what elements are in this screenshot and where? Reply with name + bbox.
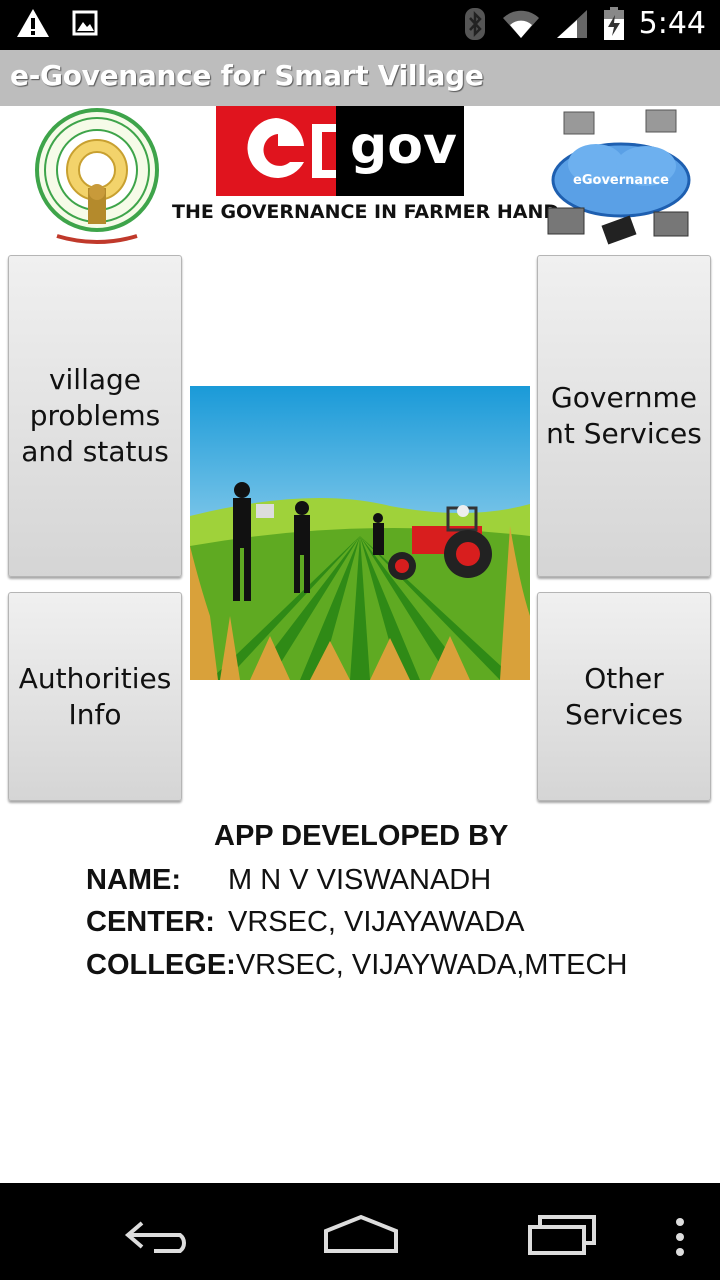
image-icon bbox=[72, 10, 98, 36]
village-problems-label: village problems and status bbox=[21, 363, 169, 468]
bluetooth-icon bbox=[464, 7, 485, 40]
status-bar: 5:44 bbox=[0, 0, 720, 50]
developer-center-row: CENTER: VRSEC, VIJAYAWADA bbox=[86, 906, 525, 939]
government-emblem-icon bbox=[35, 108, 159, 244]
developer-heading: APP DEVELOPED BY bbox=[214, 820, 509, 852]
name-value: M N V VISWANADH bbox=[228, 864, 492, 896]
center-label: CENTER: bbox=[86, 906, 215, 938]
app-title: e-Govenance for Smart Village bbox=[10, 59, 484, 92]
farm-field-image bbox=[190, 386, 530, 680]
egov-logo: gov bbox=[216, 106, 464, 196]
action-bar: e-Govenance for Smart Village bbox=[0, 50, 720, 106]
status-clock: 5:44 bbox=[638, 6, 706, 41]
developer-name-row: NAME: M N V VISWANADH bbox=[86, 864, 491, 897]
overflow-menu-icon[interactable] bbox=[672, 1217, 688, 1257]
navigation-bar bbox=[0, 1183, 720, 1280]
center-value: VRSEC, VIJAYAWADA bbox=[228, 906, 525, 938]
developer-college-row: COLLEGE:VRSEC, VIJAYWADA,MTECH bbox=[86, 949, 627, 982]
other-services-button[interactable]: Other Services bbox=[537, 592, 711, 801]
government-services-label: Government Services bbox=[546, 381, 702, 450]
egovernance-cloud-icon: eGovernance bbox=[547, 109, 691, 245]
government-services-button[interactable]: Government Services bbox=[537, 255, 711, 577]
authorities-info-button[interactable]: Authorities Info bbox=[8, 592, 182, 801]
recents-icon[interactable] bbox=[526, 1215, 598, 1255]
signal-icon bbox=[556, 9, 587, 38]
wifi-icon bbox=[502, 10, 539, 38]
warning-icon bbox=[17, 9, 49, 37]
home-icon[interactable] bbox=[322, 1213, 400, 1255]
village-problems-button[interactable]: village problems and status bbox=[8, 255, 182, 577]
tagline: THE GOVERNANCE IN FARMER HAND bbox=[172, 201, 560, 223]
other-services-label: Other Services bbox=[564, 661, 684, 731]
authorities-info-label: Authorities Info bbox=[18, 661, 172, 731]
cloud-label: eGovernance bbox=[573, 173, 669, 188]
name-label: NAME: bbox=[86, 864, 182, 896]
battery-charging-icon bbox=[603, 6, 624, 40]
college-label: COLLEGE: bbox=[86, 949, 236, 981]
egov-logo-text: gov bbox=[350, 116, 457, 176]
back-icon[interactable] bbox=[124, 1215, 196, 1255]
e-letter-icon bbox=[216, 106, 336, 196]
college-value: VRSEC, VIJAYWADA,MTECH bbox=[235, 949, 628, 981]
